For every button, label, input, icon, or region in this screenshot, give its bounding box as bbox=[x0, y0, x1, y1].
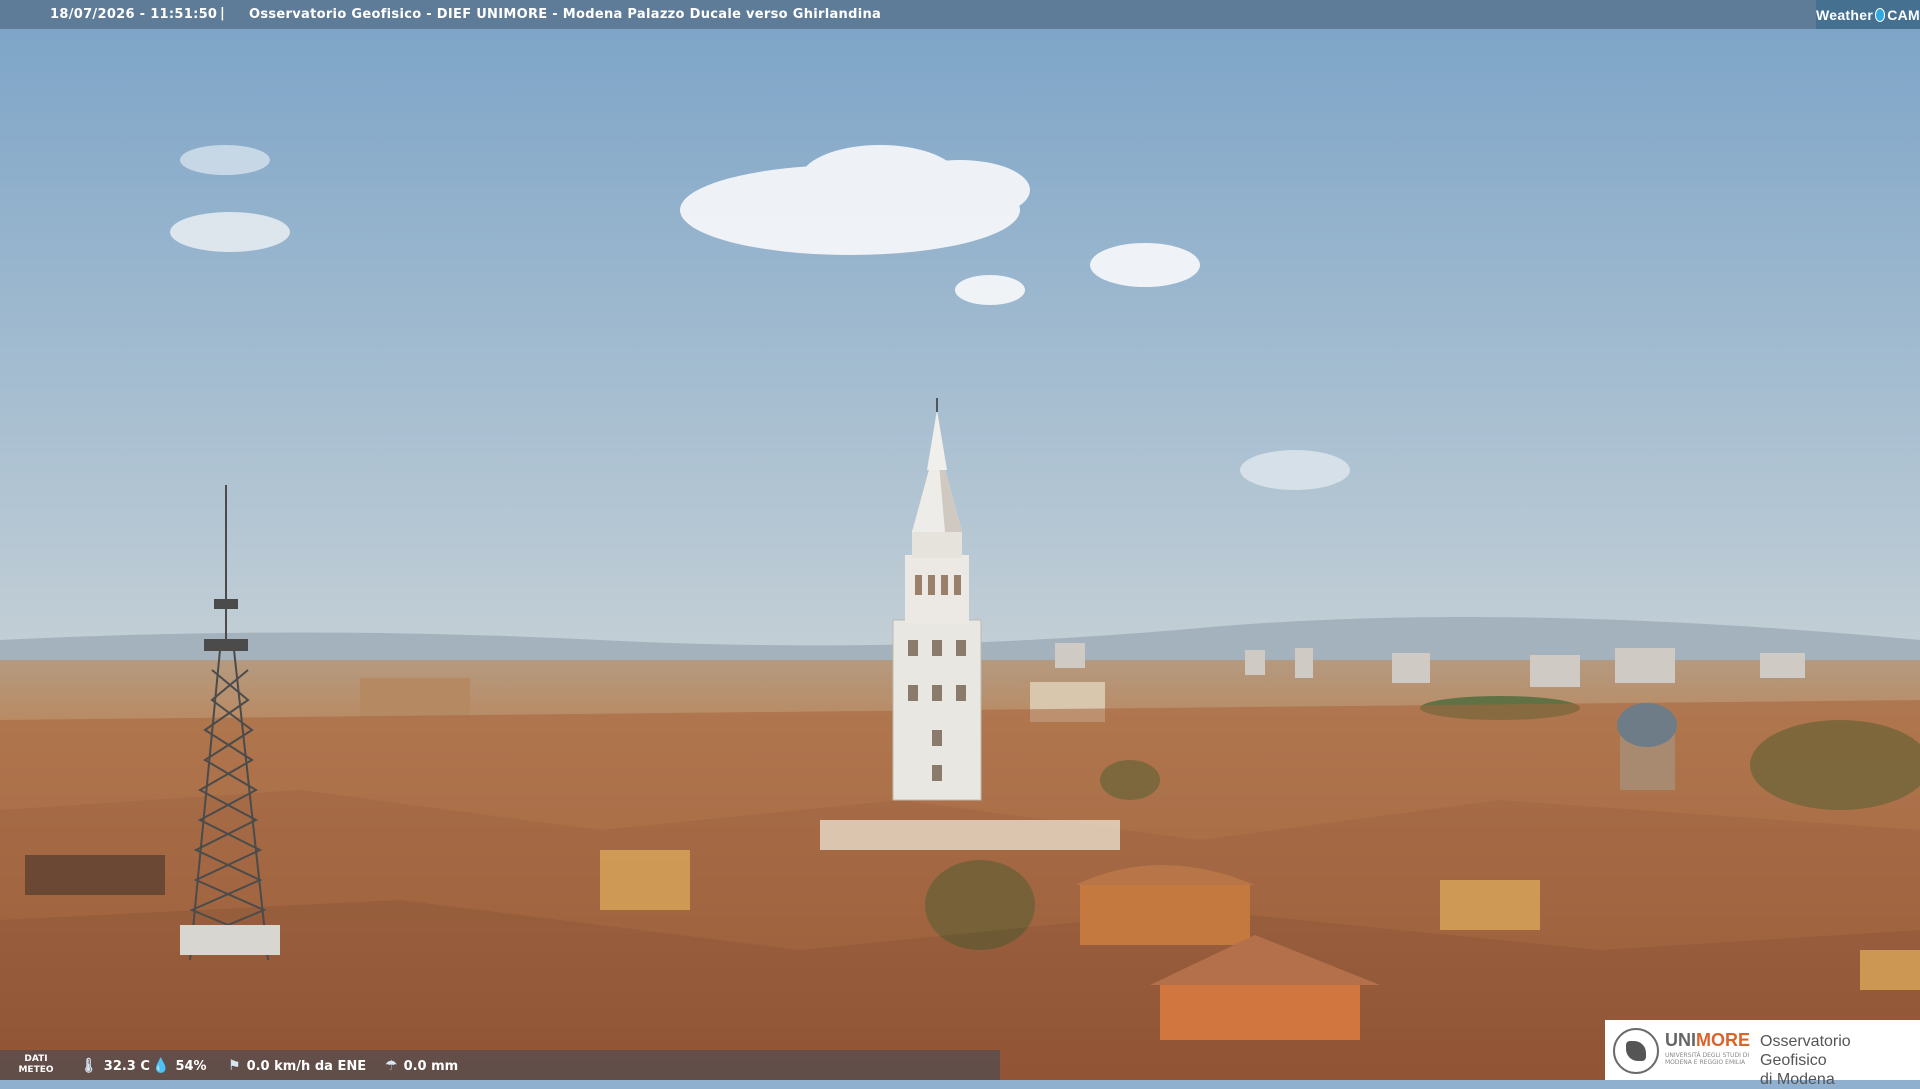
dark-building bbox=[25, 855, 165, 895]
webcam-image bbox=[0, 29, 1920, 1080]
unimore-logo-box[interactable]: UNIMORE UNIVERSITÀ DEGLI STUDI DI MODENA… bbox=[1605, 1020, 1920, 1088]
dati-meteo-label: DATI METEO bbox=[18, 1054, 54, 1075]
humidity-icon: 💧 bbox=[152, 1058, 170, 1074]
top-info-bar: 18/07/2026 - 11:51:50 | Osservatorio Geo… bbox=[0, 0, 1920, 29]
humidity-reading: 💧 54% bbox=[152, 1058, 207, 1074]
weathercam-dot-icon bbox=[1875, 7, 1886, 22]
wind-icon: ⚑ bbox=[228, 1058, 241, 1074]
temperature-reading: 🌡 32.3 C bbox=[80, 1058, 150, 1074]
unimore-brand: UNIMORE bbox=[1665, 1030, 1750, 1050]
mast-base-building bbox=[180, 925, 280, 955]
rain-reading: ☂ 0.0 mm bbox=[385, 1058, 458, 1074]
rain-value: 0.0 mm bbox=[403, 1058, 459, 1074]
observatory-name: Osservatorio Geofisico di Modena bbox=[1760, 1033, 1851, 1088]
wind-value: 0.0 km/h da ENE bbox=[246, 1058, 367, 1074]
temperature-value: 32.3 C bbox=[103, 1058, 150, 1074]
camera-title: Osservatorio Geofisico - DIEF UNIMORE - … bbox=[249, 7, 882, 22]
weathercam-logo[interactable]: Weather CAM bbox=[1816, 0, 1920, 29]
weathercam-cam-text: CAM bbox=[1887, 6, 1920, 23]
separator: | bbox=[220, 6, 226, 21]
university-seal-icon bbox=[1613, 1028, 1659, 1074]
wind-reading: ⚑ 0.0 km/h da ENE bbox=[228, 1058, 366, 1074]
timestamp: 18/07/2026 - 11:51:50 bbox=[50, 7, 218, 22]
weather-data-bar: DATI METEO 🌡 32.3 C 💧 54% ⚑ 0.0 km/h da … bbox=[0, 1050, 1000, 1080]
weathercam-weather-text: Weather bbox=[1816, 6, 1874, 23]
rain-icon: ☂ bbox=[385, 1058, 398, 1074]
university-name: UNIVERSITÀ DEGLI STUDI DI MODENA E REGGI… bbox=[1665, 1052, 1750, 1066]
humidity-value: 54% bbox=[175, 1058, 207, 1074]
thermometer-icon: 🌡 bbox=[80, 1058, 98, 1074]
